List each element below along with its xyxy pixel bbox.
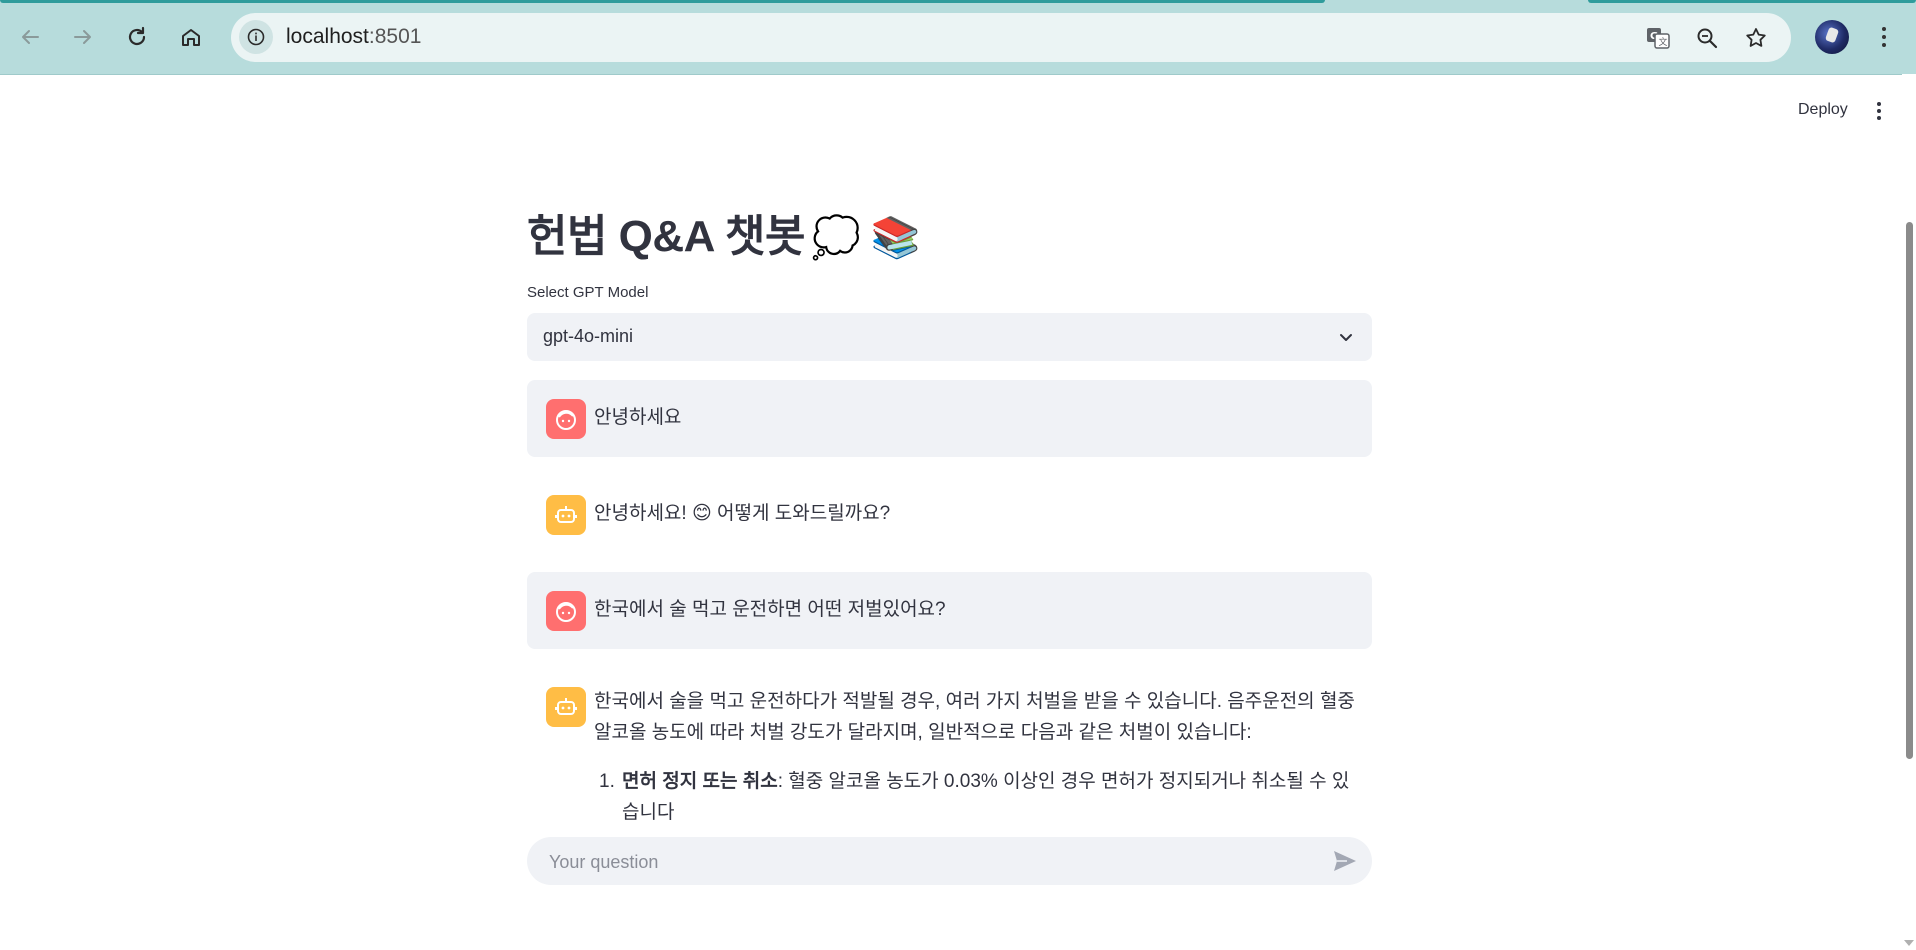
assistant-avatar-icon (546, 495, 586, 535)
chat-input[interactable] (527, 837, 1372, 885)
address-bar[interactable]: localhost:8501 G文 (231, 13, 1791, 62)
page-title: 헌법 Q&A 챗봇 💭 📚 (527, 200, 921, 264)
chat-message-user: 안녕하세요 (527, 380, 1372, 457)
title-emoji: 💭 📚 (811, 216, 921, 260)
site-info-icon[interactable] (239, 20, 273, 54)
chat-message-assistant: 안녕하세요! 😊 어떻게 도와드릴까요? (527, 476, 1372, 553)
url-port: :8501 (368, 25, 422, 48)
browser-menu-button[interactable] (1869, 22, 1899, 52)
forward-button[interactable] (66, 20, 100, 54)
svg-text:文: 文 (1659, 36, 1668, 48)
page-scrollbar[interactable] (1902, 74, 1916, 950)
translate-icon[interactable]: G文 (1642, 22, 1674, 54)
home-icon (182, 29, 200, 46)
back-button[interactable] (13, 20, 47, 54)
title-text: 헌법 Q&A 챗봇 (527, 212, 806, 261)
zoom-icon[interactable] (1691, 22, 1723, 54)
url-host: localhost (286, 25, 369, 48)
message-text: 안녕하세요 (594, 407, 682, 428)
reload-button[interactable] (120, 20, 154, 54)
chat-message-user: 한국에서 술 먹고 운전하면 어떤 저벌있어요? (527, 572, 1372, 649)
tab-strip-indicator (0, 0, 1325, 3)
profile-avatar[interactable] (1815, 20, 1849, 54)
chevron-down-icon (1340, 334, 1352, 341)
arrow-left-icon (22, 30, 39, 44)
assistant-avatar-icon (546, 687, 586, 727)
user-avatar-icon (546, 591, 586, 631)
arrow-right-icon (74, 30, 91, 44)
send-icon[interactable] (1332, 849, 1358, 873)
scrollbar-thumb[interactable] (1906, 222, 1913, 759)
message-text: 안녕하세요! 😊 어떻게 도와드릴까요? (594, 503, 891, 524)
list-body: 면허 정지 또는 취소: 혈중 알코올 농도가 0.03% 이상인 경우 면허가… (622, 766, 1358, 828)
reload-icon (128, 26, 146, 46)
url-text: localhost:8501 (286, 25, 421, 49)
tab-strip-indicator-right (1588, 0, 1916, 3)
scroll-down-arrow-icon[interactable] (1904, 940, 1914, 946)
list-bold-term: 면허 정지 또는 취소 (622, 771, 778, 792)
browser-toolbar: localhost:8501 G文 (0, 0, 1916, 75)
message-text: 한국에서 술을 먹고 운전하다가 적발될 경우, 여러 가지 처벌을 받을 수 … (594, 691, 1355, 743)
app-main-menu-button[interactable] (1869, 100, 1889, 122)
message-text: 한국에서 술 먹고 운전하면 어떤 저벌있어요? (594, 599, 946, 620)
list-number: 1. (599, 771, 615, 792)
question-input[interactable] (547, 847, 1311, 877)
deploy-button[interactable]: Deploy (1788, 97, 1858, 123)
model-select-value: gpt-4o-mini (543, 326, 634, 346)
model-select[interactable]: gpt-4o-mini (527, 313, 1372, 361)
bookmark-star-icon[interactable] (1740, 22, 1772, 54)
user-avatar-icon (546, 399, 586, 439)
chat-message-assistant: 한국에서 술을 먹고 운전하다가 적발될 경우, 여러 가지 처벌을 받을 수 … (527, 668, 1372, 828)
home-button[interactable] (174, 20, 208, 54)
model-select-label: Select GPT Model (527, 284, 649, 301)
